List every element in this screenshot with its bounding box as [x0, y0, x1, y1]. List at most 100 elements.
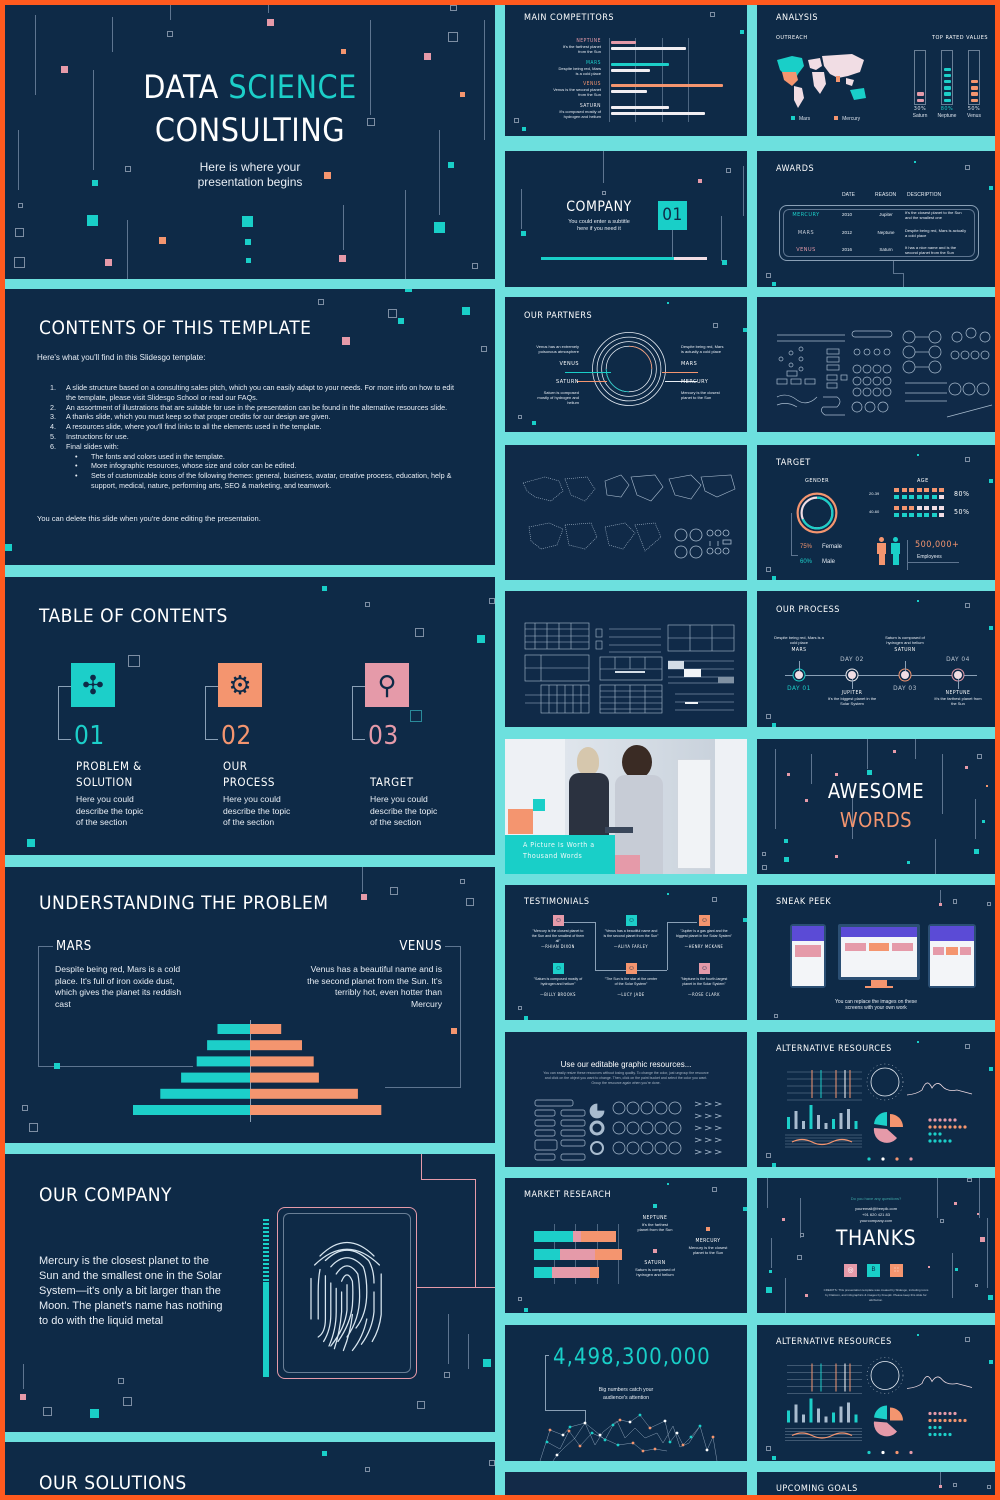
legend-mars: Mars — [791, 116, 810, 122]
slide-our-company[interactable]: OUR COMPANY Mercury is the closest plane… — [5, 1154, 495, 1432]
globe-icons — [674, 528, 732, 559]
slide-diagram-resources[interactable] — [757, 297, 995, 432]
slide-sneak-peek[interactable]: SNEAK PEEK You can replace the images on… — [757, 885, 995, 1020]
toc-section-1[interactable]: ✣ 01 PROBLEM & SOLUTION Here you could descri… — [58, 663, 198, 833]
equalizer-bar — [824, 1416, 828, 1423]
slide-main-competitors[interactable]: MAIN COMPETITORS NEPTUNE It's the farthes… — [505, 5, 747, 136]
instagram-icon[interactable]: ◎ — [844, 1264, 857, 1277]
bullet-dot: • — [75, 471, 78, 481]
top-rated-label: TOP RATED VALUES — [932, 35, 988, 41]
slide-awesome-words[interactable]: AWESOME WORDS — [757, 739, 995, 874]
slide-table-of-contents[interactable]: TABLE OF CONTENTS ✣ 01 PROBLEM & SOLUTION He… — [5, 577, 495, 855]
behance-icon[interactable]: B — [867, 1264, 880, 1277]
slide-table-resources[interactable] — [505, 591, 747, 727]
testimonial-quote: "Neptune is the fourth-largest planet in… — [680, 977, 728, 986]
market-bar-segment-salmon — [594, 1249, 622, 1260]
equalizer-bar — [787, 1410, 790, 1423]
dot-matrix-dot — [948, 1411, 952, 1416]
contents-bullet-text: More infographic resources, whose size a… — [91, 461, 297, 471]
network-node — [711, 1435, 715, 1439]
slide-big-number[interactable]: 4,498,300,000 Big numbers catch your aud… — [505, 1325, 747, 1461]
age-cell — [924, 506, 929, 510]
age-cell — [901, 488, 907, 492]
fingerprint-frame — [277, 1207, 417, 1379]
legend-mercury: Mercury — [834, 116, 860, 122]
network-node — [598, 1433, 602, 1437]
dot-matrix-dot — [938, 1125, 942, 1129]
slide-alternative-resources-2[interactable]: ALTERNATIVE RESOURCES — [757, 1325, 995, 1461]
age-cell — [916, 495, 922, 499]
market-bar-segment-teal — [534, 1231, 573, 1242]
equalizer-bar — [854, 1121, 858, 1129]
contents-item: 5. Instructions for use. — [50, 432, 455, 442]
process-step-name: MARS — [791, 647, 807, 653]
person-icon-teal — [891, 537, 900, 566]
employees-value: 500,000+ — [915, 540, 960, 550]
slide-thanks[interactable]: Do you have any questions? youremail@fre… — [757, 1178, 995, 1313]
slide-testimonials[interactable]: TESTIMONIALS ☺ "Mercury is the closest pl… — [505, 885, 747, 1020]
age-cell — [909, 513, 914, 517]
contents-item: 3. A thanks slide, which you must keep so… — [50, 412, 455, 422]
slide-title[interactable]: DATA SCIENCE CONSULTING Here is where yo… — [5, 5, 495, 279]
dot-matrix-dot — [943, 1125, 947, 1129]
slide-market-research[interactable]: MARKET RESEARCH NEPTUNE It's the farthest… — [505, 1178, 747, 1313]
dribbble-icon[interactable]: ∷ — [890, 1264, 903, 1277]
dot-matrix-dot — [943, 1432, 947, 1437]
process-step-desc: Despite being red, Mars is a cold place — [774, 635, 824, 645]
contents-item: 2. An assortment of illustrations that ar… — [50, 403, 455, 413]
slide-our-partners[interactable]: OUR PARTNERS Venus has an extremely pois… — [505, 297, 747, 432]
market-bar-segment-teal — [534, 1249, 560, 1260]
slide-company-section[interactable]: COMPANY You could enter a subtitle here … — [505, 151, 747, 287]
slide-blank-partial[interactable] — [505, 1472, 747, 1495]
toc-section-2[interactable]: ⚙ 02 OUR PROCESS Here you could describe the … — [205, 663, 345, 833]
testimonial-avatar: ☺ — [699, 915, 710, 926]
contents-title: CONTENTS OF THIS TEMPLATE — [39, 317, 312, 339]
puzzle-icon: ✣ — [82, 670, 104, 700]
age-cell — [924, 488, 929, 492]
market-label-marker — [706, 1227, 710, 1231]
equalizer-bar — [854, 1414, 858, 1423]
dot-matrix-dot — [948, 1418, 952, 1423]
slide-our-process[interactable]: OUR PROCESS Despite being red, Mars is a… — [757, 591, 995, 727]
dot-matrix-dot — [938, 1432, 942, 1437]
slide-alternative-resources-1[interactable]: ALTERNATIVE RESOURCES — [757, 1032, 995, 1167]
dot-matrix-dot — [948, 1139, 952, 1143]
radial-dots — [866, 1063, 904, 1101]
toc-section-title-1: PROBLEM & — [76, 759, 142, 773]
slide-gallery: DATA SCIENCE CONSULTING Here is where yo… — [5, 5, 995, 1495]
age-range: 20-39 — [869, 491, 880, 496]
slide-analysis[interactable]: ANALYSIS OUTREACH TOP RATED VALUES Mars … — [757, 5, 995, 136]
contents-item-number: 5. — [50, 431, 56, 441]
age-cell — [924, 495, 929, 499]
legend-dot — [867, 1450, 871, 1455]
contents-item-number: 6. — [50, 441, 56, 451]
pyramid-bar-left — [217, 1024, 250, 1034]
network-graph — [539, 1413, 718, 1461]
slide-awards[interactable]: AWARDS DATE REASON DESCRIPTION MERCURY 2010… — [757, 151, 995, 287]
slide-map-resources[interactable] — [505, 445, 747, 580]
slide-upcoming-goals[interactable]: UPCOMING GOALS — [757, 1472, 995, 1495]
pyramid-bar-right — [250, 1105, 382, 1115]
pie-slice-pink — [873, 1421, 897, 1437]
competitor-bar-primary — [611, 105, 670, 109]
slide-contents[interactable]: CONTENTS OF THIS TEMPLATE Here's what yo… — [5, 289, 495, 565]
contents-bullet-text: The fonts and colors used in the templat… — [91, 451, 225, 461]
slide-editable-resources[interactable]: Use our editable graphic resources... Yo… — [505, 1032, 747, 1167]
slide-picture[interactable]: A Picture Is Worth a Thousand Words — [505, 739, 747, 874]
thanks-website[interactable]: yourcompany.com — [757, 1218, 995, 1224]
network-node — [668, 1440, 672, 1444]
market-label-desc: planet to the Sun — [692, 1250, 724, 1255]
award-description: Despite being red, Mars is actually a co… — [905, 227, 967, 238]
title-word-data: DATA — [143, 68, 219, 106]
dot-matrix-dot — [938, 1411, 942, 1416]
contents-bullet-text: Sets of customizable icons of the follow… — [91, 471, 452, 490]
network-node — [578, 1444, 582, 1448]
award-reason: Jupiter — [879, 212, 893, 217]
toc-section-3[interactable]: ⚲ 03 TARGET Here you could describe the topi… — [352, 663, 492, 833]
award-reason: Neptune — [877, 229, 895, 235]
pie-slice-teal — [874, 1405, 887, 1420]
slide-understanding-problem[interactable]: UNDERSTANDING THE PROBLEM MARS Despite b… — [5, 867, 495, 1143]
pyramid-bar-left — [160, 1088, 250, 1099]
slide-our-solutions[interactable]: OUR SOLUTIONS — [5, 1442, 495, 1495]
slide-target[interactable]: TARGET GENDER AGE 75% Female 60% Male 20-3… — [757, 445, 995, 580]
